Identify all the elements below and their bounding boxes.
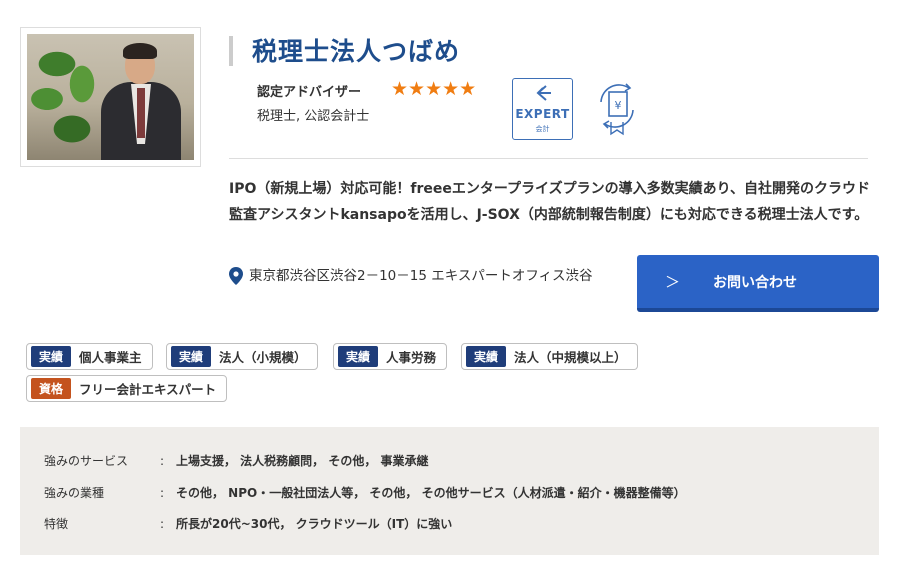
address-text: 東京都渋谷区渋谷2－10－15 エキスパートオフィス渋谷 <box>249 268 593 284</box>
office-name: 税理士法人つばめ <box>252 37 461 66</box>
detail-row: 特徴: 所長が20代~30代， クラウドツール（IT）に強い <box>44 515 452 532</box>
tag-kind: 実績 <box>171 346 212 367</box>
inquiry-button-label: お問い合わせ <box>713 275 797 291</box>
yen-document-icon: ¥ <box>593 80 641 136</box>
person-hair <box>123 43 157 59</box>
expert-badge-sub: 会計 <box>535 125 550 133</box>
chevron-right-icon: ＞ <box>665 273 681 291</box>
detail-separator: : <box>160 517 165 531</box>
inquiry-button[interactable]: ＞ お問い合わせ <box>637 255 879 312</box>
title-accent-bar <box>229 36 233 66</box>
header-divider <box>229 158 868 159</box>
tag-value: 個人事業主 <box>79 350 142 365</box>
advisor-role: 認定アドバイザー <box>257 85 362 100</box>
location-pin-icon <box>229 267 243 285</box>
tag-kind: 資格 <box>31 378 72 399</box>
detail-row: 強みの業種: その他， NPO・一般社団法人等， その他， その他サービス（人材派… <box>44 484 686 501</box>
detail-value: 所長が20代~30代， クラウドツール（IT）に強い <box>176 517 453 531</box>
detail-separator: : <box>160 486 165 500</box>
detail-separator: : <box>160 454 165 468</box>
tag-value: フリー会計エキスパート <box>79 382 217 397</box>
plant-graphic <box>27 34 97 160</box>
tag-kind: 実績 <box>31 346 72 367</box>
tag-item: 実績 個人事業主 <box>26 343 153 370</box>
detail-label: 強みのサービス <box>44 454 129 468</box>
tag-kind: 実績 <box>338 346 379 367</box>
qualifications: 税理士, 公認会計士 <box>257 109 370 124</box>
tag-item: 資格 フリー会計エキスパート <box>26 375 228 402</box>
tag-kind: 実績 <box>466 346 507 367</box>
details-panel: 強みのサービス: 上場支援， 法人税務顧問， その他， 事業承継 強みの業種: その… <box>20 427 879 555</box>
detail-row: 強みのサービス: 上場支援， 法人税務顧問， その他， 事業承継 <box>44 452 429 469</box>
profile-photo-image <box>27 34 194 160</box>
svg-text:¥: ¥ <box>615 99 622 112</box>
rating-stars: ★★★★★ <box>391 78 477 100</box>
expert-badge-word: EXPERT <box>515 107 570 121</box>
detail-label: 特徴 <box>44 517 69 531</box>
tag-item: 実績 人事労務 <box>333 343 448 370</box>
expert-badge-icon: EXPERT 会計 <box>512 78 573 140</box>
person-tie <box>137 88 145 138</box>
tag-value: 人事労務 <box>386 350 437 365</box>
tag-item: 実績 法人（小規模） <box>166 343 318 370</box>
tag-value: 法人（小規模） <box>219 350 307 365</box>
detail-value: 上場支援， 法人税務顧問， その他， 事業承継 <box>176 454 429 468</box>
detail-value: その他， NPO・一般社団法人等， その他， その他サービス（人材派遣・紹介・機… <box>176 486 686 500</box>
expert-arrow-icon <box>513 85 572 104</box>
office-description: IPO（新規上場）対応可能！freeeエンタープライズプランの導入多数実績あり、… <box>229 181 871 223</box>
detail-label: 強みの業種 <box>44 486 105 500</box>
office-address: 東京都渋谷区渋谷2－10－15 エキスパートオフィス渋谷 <box>229 265 619 288</box>
tag-item: 実績 法人（中規模以上） <box>461 343 638 370</box>
profile-photo <box>20 27 201 167</box>
tag-value: 法人（中規模以上） <box>514 350 627 365</box>
